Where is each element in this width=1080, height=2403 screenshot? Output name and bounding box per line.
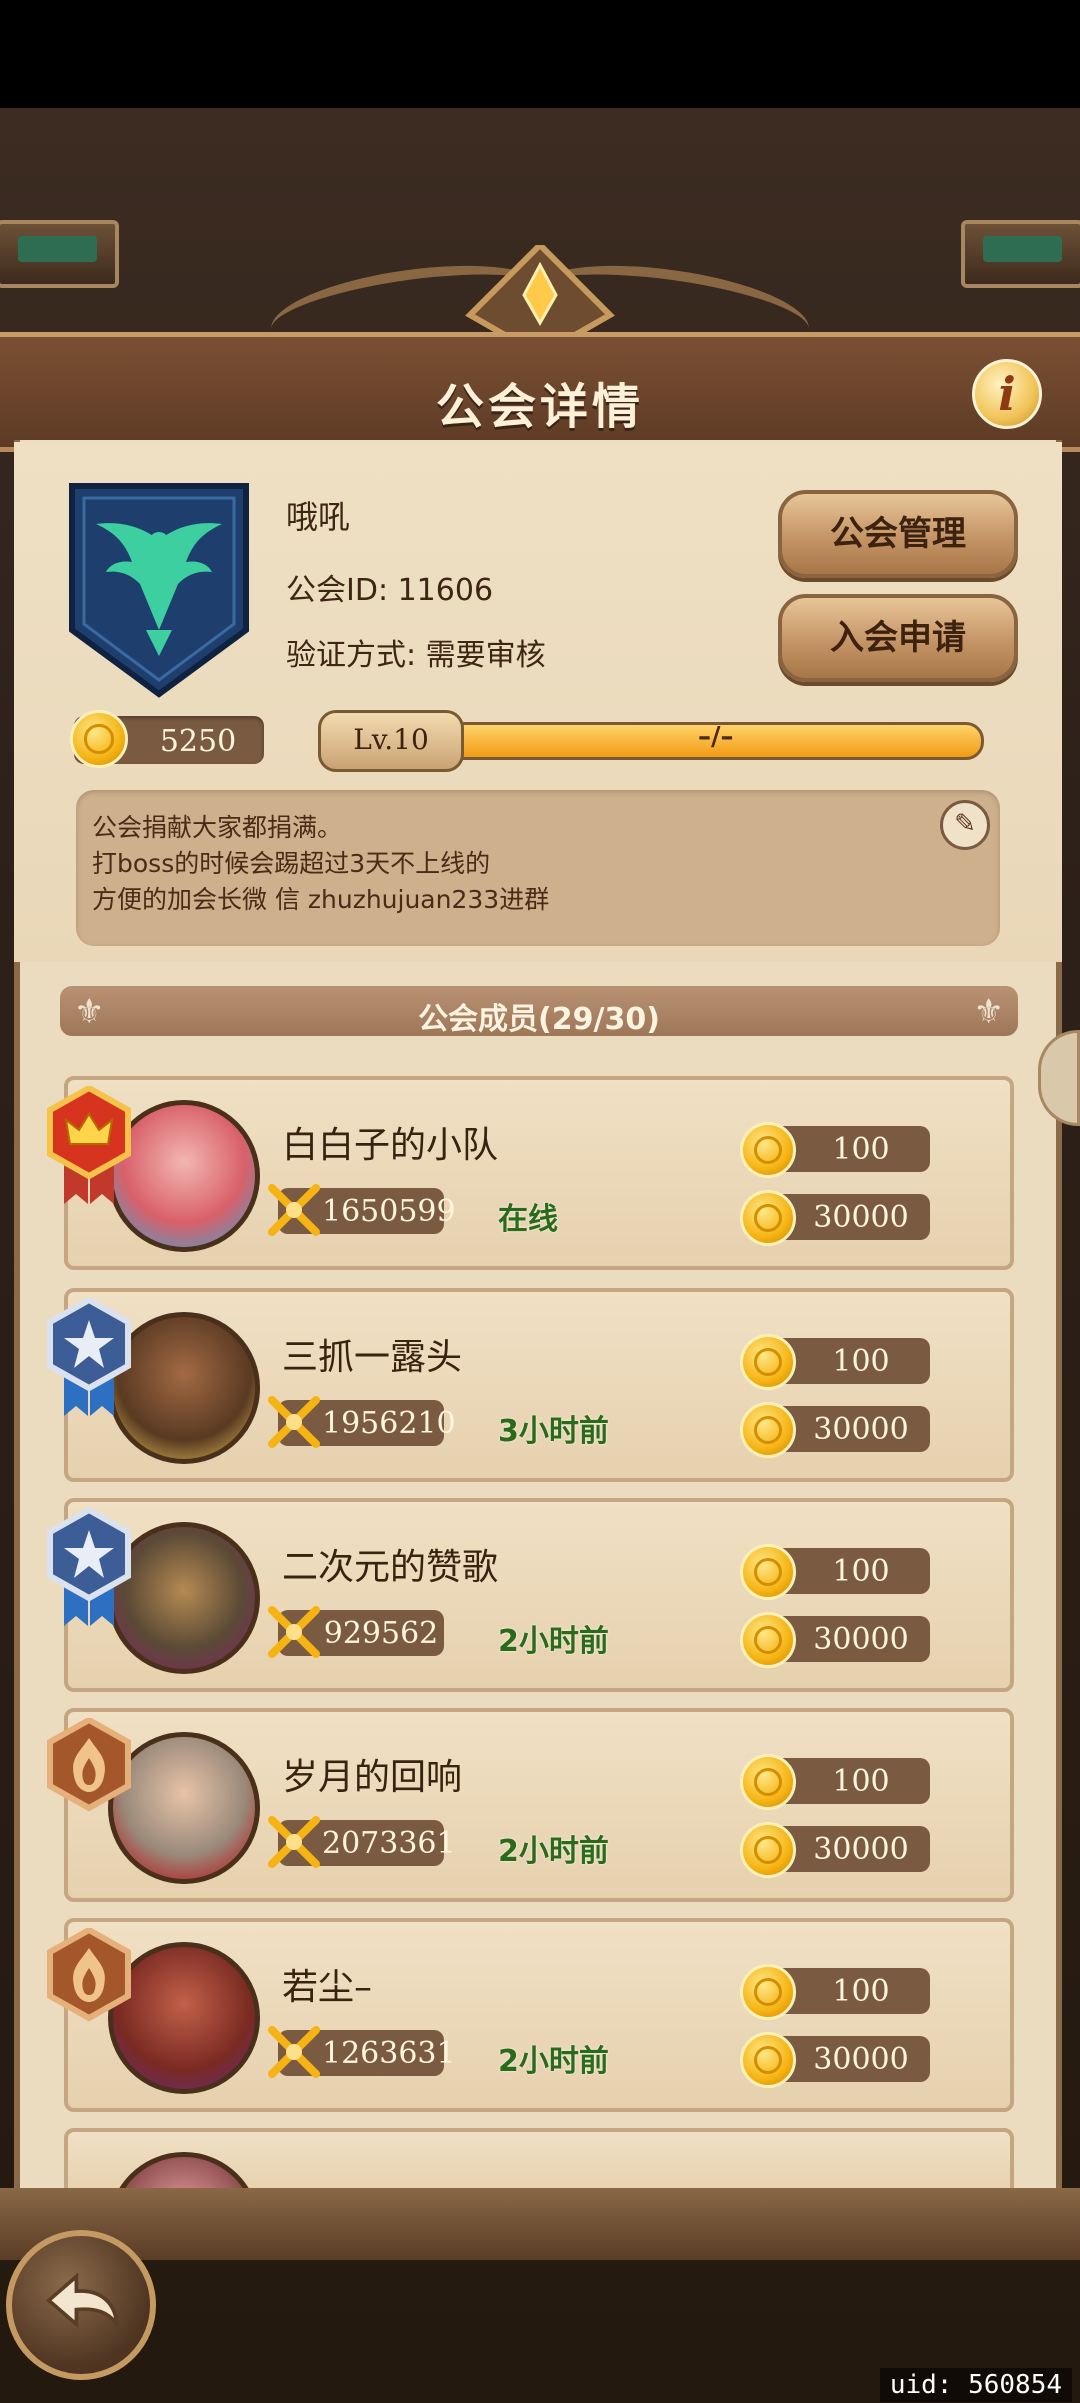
member-power: 2073361 xyxy=(268,1816,456,1868)
crossed-swords-icon xyxy=(268,2026,320,2078)
guild-name: 哦吼 xyxy=(286,498,351,536)
gold-coin-icon xyxy=(70,710,128,768)
guild-level-bar: Lv.10 –/– xyxy=(318,710,1004,772)
guild-level: Lv.10 xyxy=(318,710,464,772)
decor-pillar-right xyxy=(961,220,1080,288)
guild-emblem-phoenix-icon xyxy=(69,483,249,698)
member-card[interactable]: 三抓一露头 1956210 3小时前 100 30000 xyxy=(47,1288,1014,1482)
member-power: 929562 xyxy=(268,1606,444,1658)
honor-value: 30000 xyxy=(813,1200,909,1235)
panel-bottom-frame xyxy=(0,2188,1080,2260)
member-status: 2小时前 xyxy=(498,1834,609,1869)
members-header: ⚜ 公会成员(29/30) ⚜ xyxy=(60,986,1018,1037)
members-count-title: 公会成员(29/30) xyxy=(418,1002,660,1037)
crossed-swords-icon xyxy=(268,1606,320,1658)
member-status: 2小时前 xyxy=(498,1624,609,1659)
member-status: 3小时前 xyxy=(498,1414,609,1449)
member-power-value: 929562 xyxy=(323,1616,439,1651)
contribution-value: 100 xyxy=(832,1344,890,1379)
member-status: 2小时前 xyxy=(498,2044,609,2079)
member-contribution: 100 xyxy=(740,1754,930,1810)
member-name: 三抓一露头 xyxy=(282,1337,463,1378)
guild-manage-button[interactable]: 公会管理 xyxy=(778,490,1018,578)
contribution-value: 100 xyxy=(832,1974,890,2009)
honor-value: 30000 xyxy=(813,1622,909,1657)
guild-medal-icon xyxy=(740,1822,796,1878)
back-arrow-icon xyxy=(45,2272,120,2331)
crown-badge-icon xyxy=(47,1086,131,1204)
star-badge-icon xyxy=(47,1298,131,1416)
member-power-value: 2073361 xyxy=(322,1826,456,1861)
crossed-swords-icon xyxy=(268,1184,320,1236)
notice-line: 打boss的时候会踢超过3天不上线的 xyxy=(92,849,491,878)
member-name: 二次元的赞歌 xyxy=(282,1547,499,1588)
page-title: 公会详情 xyxy=(435,379,644,435)
member-power-value: 1263631 xyxy=(322,2036,456,2071)
guild-medal-icon xyxy=(740,1402,796,1458)
member-contribution: 100 xyxy=(740,1334,930,1390)
guild-verify-mode: 验证方式: 需要审核 xyxy=(286,638,546,673)
member-honor: 30000 xyxy=(740,2032,930,2088)
contribution-value: 100 xyxy=(832,1132,890,1167)
member-status: 在线 xyxy=(498,1202,558,1237)
star-badge-icon xyxy=(47,1508,131,1626)
guild-coin-value: 5250 xyxy=(159,724,237,759)
uid-label: uid: 560854 xyxy=(879,2368,1072,2402)
back-button[interactable] xyxy=(6,2230,156,2380)
member-name: 岁月的回响 xyxy=(282,1757,463,1798)
member-card[interactable]: 岁月的回响 2073361 2小时前 100 30000 xyxy=(47,1708,1014,1902)
member-name: 白白子的小队 xyxy=(282,1125,499,1166)
contribution-value: 100 xyxy=(832,1764,890,1799)
member-contribution: 100 xyxy=(740,1544,930,1600)
member-contribution: 100 xyxy=(740,1964,930,2020)
flame-badge-icon xyxy=(47,1928,131,2022)
status-bar xyxy=(0,0,1080,108)
flame-badge-icon xyxy=(47,1718,131,1812)
member-name: 若尘– xyxy=(282,1967,373,2008)
member-honor: 30000 xyxy=(740,1612,930,1668)
edit-quill-icon[interactable]: ✎ xyxy=(940,800,990,850)
member-card[interactable]: 二次元的赞歌 929562 2小时前 100 30000 xyxy=(47,1498,1014,1692)
gold-coin-icon xyxy=(740,1964,796,2020)
member-honor: 30000 xyxy=(740,1822,930,1878)
honor-value: 30000 xyxy=(813,1832,909,1867)
level-progress-text: –/– xyxy=(698,722,734,752)
gold-coin-icon xyxy=(740,1754,796,1810)
contribution-value: 100 xyxy=(832,1554,890,1589)
member-power: 1956210 xyxy=(268,1396,456,1448)
guild-notice: 公会捐献大家都捐满。 打boss的时候会踢超过3天不上线的 方便的加会长微 信 … xyxy=(76,790,1000,946)
member-power: 1263631 xyxy=(268,2026,456,2078)
guild-id: 公会ID: 11606 xyxy=(286,573,494,608)
member-honor: 30000 xyxy=(740,1402,930,1458)
crossed-swords-icon xyxy=(268,1816,320,1868)
guild-medal-icon xyxy=(740,1612,796,1668)
guild-medal-icon xyxy=(740,1190,796,1246)
info-icon[interactable]: i xyxy=(972,359,1042,429)
member-power-value: 1650599 xyxy=(322,1194,456,1229)
member-contribution: 100 xyxy=(740,1122,930,1178)
decor-pillar-left xyxy=(0,220,119,288)
crossed-swords-icon xyxy=(268,1396,320,1448)
member-honor: 30000 xyxy=(740,1190,930,1246)
gold-coin-icon xyxy=(740,1334,796,1390)
honor-value: 30000 xyxy=(813,2042,909,2077)
notice-line: 公会捐献大家都捐满。 xyxy=(92,813,343,842)
gold-coin-icon xyxy=(740,1122,796,1178)
fleur-right-icon: ⚜ xyxy=(973,992,1004,1032)
header-bar: 公会详情 i xyxy=(0,332,1080,452)
guild-coin-counter: 5250 xyxy=(70,710,264,768)
member-power: 1650599 xyxy=(268,1184,456,1236)
member-card[interactable]: 若尘– 1263631 2小时前 100 30000 xyxy=(47,1918,1014,2112)
guild-medal-icon xyxy=(740,2032,796,2088)
gold-coin-icon xyxy=(740,1544,796,1600)
honor-value: 30000 xyxy=(813,1412,909,1447)
join-request-button[interactable]: 入会申请 xyxy=(778,594,1018,682)
member-card[interactable]: 白白子的小队 1650599 在线 100 30000 xyxy=(47,1076,1014,1270)
member-power-value: 1956210 xyxy=(322,1406,456,1441)
notice-line: 方便的加会长微 信 zhuzhujuan233进群 xyxy=(92,885,550,914)
